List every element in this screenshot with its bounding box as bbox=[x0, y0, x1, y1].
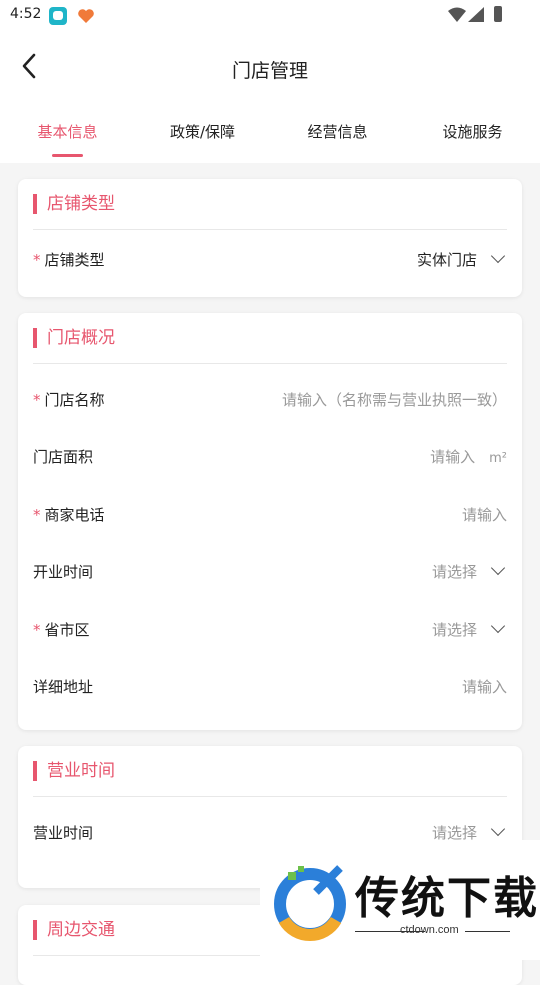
store-overview-card: 门店概况 * 门店名称 请输入（名称需与营业执照一致） 门店面积 请输入 m² * 商… bbox=[18, 313, 522, 730]
tab-basic-info[interactable]: 基本信息 bbox=[0, 121, 135, 142]
region-label: * 省市区 bbox=[33, 619, 90, 640]
active-tab-indicator bbox=[52, 154, 83, 157]
store-type-label-text: 店铺类型 bbox=[44, 251, 105, 269]
open-time-label: 开业时间 bbox=[33, 563, 94, 581]
watermark-logo-icon bbox=[274, 865, 346, 942]
address-row: 详细地址 请输入 bbox=[33, 671, 507, 701]
page-title: 门店管理 bbox=[231, 60, 308, 82]
divider bbox=[33, 796, 507, 797]
wifi-icon bbox=[448, 7, 466, 22]
store-name-row: * 门店名称 请输入（名称需与营业执照一致） bbox=[33, 384, 507, 414]
chevron-down-icon bbox=[490, 821, 506, 837]
store-type-select[interactable]: 实体门店 bbox=[416, 248, 507, 270]
divider bbox=[33, 229, 507, 230]
store-type-row[interactable]: * 店铺类型 实体门店 bbox=[33, 244, 507, 274]
section-title-store-type: 店铺类型 bbox=[33, 194, 115, 214]
tab-policy[interactable]: 政策/保障 bbox=[135, 121, 270, 142]
required-mark: * bbox=[33, 251, 41, 269]
store-type-card: 店铺类型 * 店铺类型 实体门店 bbox=[18, 179, 522, 297]
phone-label: * 商家电话 bbox=[33, 504, 105, 525]
region-row[interactable]: * 省市区 请选择 bbox=[33, 614, 507, 644]
app-notification-icon bbox=[49, 7, 67, 25]
chevron-down-icon bbox=[490, 618, 506, 634]
required-mark: * bbox=[33, 506, 41, 524]
battery-icon bbox=[494, 6, 502, 22]
tab-business-info[interactable]: 经营信息 bbox=[270, 121, 405, 142]
open-time-placeholder: 请选择 bbox=[431, 563, 477, 581]
watermark-line-right bbox=[465, 931, 510, 932]
store-area-input[interactable]: 请输入 m² bbox=[430, 446, 507, 467]
divider bbox=[33, 363, 507, 364]
heart-app-icon bbox=[78, 9, 94, 23]
watermark-domain: ctdown.com bbox=[400, 924, 459, 936]
region-label-text: 省市区 bbox=[44, 621, 90, 639]
open-time-select[interactable]: 请选择 bbox=[431, 560, 507, 582]
address-label: 详细地址 bbox=[33, 678, 94, 696]
store-name-label: * 门店名称 bbox=[33, 389, 105, 410]
business-hours-label: 营业时间 bbox=[33, 824, 94, 842]
header: 门店管理 bbox=[0, 30, 540, 105]
store-area-label: 门店面积 bbox=[33, 448, 94, 466]
store-area-row: 门店面积 请输入 m² bbox=[33, 441, 507, 471]
status-time: 4:52 bbox=[10, 6, 42, 22]
store-type-label: * 店铺类型 bbox=[33, 249, 105, 270]
store-name-input[interactable]: 请输入（名称需与营业执照一致） bbox=[282, 389, 507, 410]
tab-facilities[interactable]: 设施服务 bbox=[405, 121, 540, 142]
phone-label-text: 商家电话 bbox=[44, 506, 105, 524]
chevron-down-icon bbox=[490, 560, 506, 576]
store-area-placeholder: 请输入 bbox=[430, 448, 476, 466]
region-placeholder: 请选择 bbox=[431, 621, 477, 639]
section-title-overview: 门店概况 bbox=[33, 328, 115, 348]
phone-input[interactable]: 请输入 bbox=[462, 504, 507, 525]
chevron-down-icon bbox=[490, 248, 506, 264]
phone-row: * 商家电话 请输入 bbox=[33, 499, 507, 529]
address-input[interactable]: 请输入 bbox=[462, 676, 507, 697]
area-unit: m² bbox=[489, 451, 507, 466]
section-title-transport: 周边交通 bbox=[33, 920, 115, 940]
signal-icon bbox=[468, 7, 484, 22]
watermark: 传统下载 ctdown.com bbox=[260, 840, 540, 960]
open-time-row[interactable]: 开业时间 请选择 bbox=[33, 556, 507, 586]
status-bar: 4:52 bbox=[0, 0, 540, 30]
required-mark: * bbox=[33, 391, 41, 409]
store-name-label-text: 门店名称 bbox=[44, 391, 105, 409]
section-title-business-hours: 营业时间 bbox=[33, 761, 115, 781]
watermark-title: 传统下载 bbox=[355, 873, 539, 924]
required-mark: * bbox=[33, 621, 41, 639]
store-type-value: 实体门店 bbox=[416, 251, 477, 269]
tab-bar: 基本信息 政策/保障 经营信息 设施服务 bbox=[0, 105, 540, 163]
region-select[interactable]: 请选择 bbox=[431, 618, 507, 640]
